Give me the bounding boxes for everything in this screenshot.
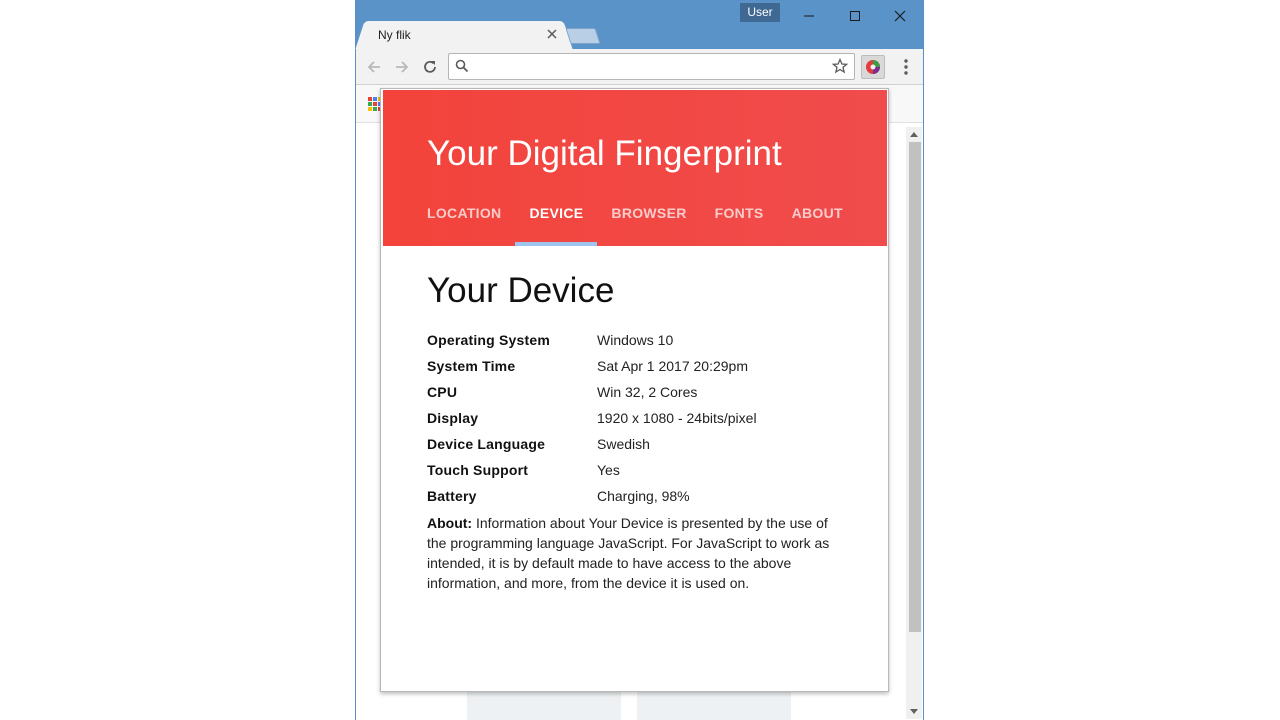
popup-title: Your Digital Fingerprint: [427, 134, 782, 173]
more-vert-icon[interactable]: [896, 57, 916, 77]
tab-close-icon[interactable]: [546, 27, 558, 45]
info-value: Swedish: [597, 436, 650, 452]
info-label: Display: [427, 410, 479, 426]
info-label: Operating System: [427, 332, 551, 348]
reload-icon[interactable]: [420, 57, 440, 77]
info-value: 1920 x 1080 - 24bits/pixel: [597, 410, 757, 426]
info-value: Win 32, 2 Cores: [597, 384, 698, 400]
info-row-battery: Battery Charging, 98%: [427, 483, 847, 509]
browser-toolbar: [356, 49, 923, 85]
close-window-button[interactable]: [877, 3, 923, 29]
arrow-left-icon[interactable]: [364, 57, 384, 77]
info-label: Device Language: [427, 436, 546, 452]
info-row-system-time: System Time Sat Apr 1 2017 20:29pm: [427, 353, 847, 379]
new-tab-button[interactable]: [565, 28, 601, 44]
search-icon: [455, 59, 469, 78]
popup-body: Your Device Operating System Windows 10 …: [427, 271, 847, 593]
info-value: Sat Apr 1 2017 20:29pm: [597, 358, 748, 374]
tab-fonts[interactable]: FONTS: [701, 193, 778, 246]
fingerprint-extension-icon[interactable]: [861, 55, 885, 79]
info-value: Windows 10: [597, 332, 674, 348]
scroll-down-arrow-icon[interactable]: [910, 709, 918, 714]
section-heading: Your Device: [427, 271, 615, 310]
user-profile-button[interactable]: User: [740, 3, 780, 22]
tab-about[interactable]: ABOUT: [778, 193, 857, 246]
about-paragraph: About: Information about Your Device is …: [427, 513, 847, 593]
info-row-display: Display 1920 x 1080 - 24bits/pixel: [427, 405, 847, 431]
star-icon[interactable]: [831, 57, 849, 79]
popup-header: Your Digital Fingerprint LOCATION DEVICE…: [383, 90, 887, 246]
address-input[interactable]: [475, 57, 825, 76]
tab-location[interactable]: LOCATION: [413, 193, 515, 246]
info-label: Battery: [427, 488, 477, 504]
info-row-touch-support: Touch Support Yes: [427, 457, 847, 483]
popup-tab-bar: LOCATION DEVICE BROWSER FONTS ABOUT: [413, 193, 857, 246]
info-value: Yes: [597, 462, 620, 478]
background-tile: [467, 690, 621, 720]
info-label: CPU: [427, 384, 458, 400]
info-row-device-language: Device Language Swedish: [427, 431, 847, 457]
info-label: System Time: [427, 358, 516, 374]
address-bar[interactable]: [448, 53, 855, 80]
info-label: Touch Support: [427, 462, 529, 478]
tab-title: Ny flik: [378, 28, 411, 42]
extension-popup: Your Digital Fingerprint LOCATION DEVICE…: [380, 88, 889, 692]
browser-tab[interactable]: Ny flik: [366, 21, 562, 49]
maximize-button[interactable]: [832, 3, 878, 29]
scroll-thumb[interactable]: [909, 142, 921, 632]
scroll-up-arrow-icon[interactable]: [910, 132, 918, 137]
arrow-right-icon[interactable]: [392, 57, 412, 77]
about-text: Information about Your Device is present…: [427, 515, 830, 591]
title-bar: Ny flik User: [356, 1, 923, 49]
tab-browser[interactable]: BROWSER: [597, 193, 700, 246]
tab-device[interactable]: DEVICE: [515, 193, 598, 246]
page-scrollbar[interactable]: [906, 127, 922, 719]
minimize-button[interactable]: [786, 3, 832, 29]
background-tile: [637, 690, 791, 720]
info-row-cpu: CPU Win 32, 2 Cores: [427, 379, 847, 405]
about-label: About:: [427, 515, 473, 531]
info-value: Charging, 98%: [597, 488, 690, 504]
info-row-operating-system: Operating System Windows 10: [427, 327, 847, 353]
